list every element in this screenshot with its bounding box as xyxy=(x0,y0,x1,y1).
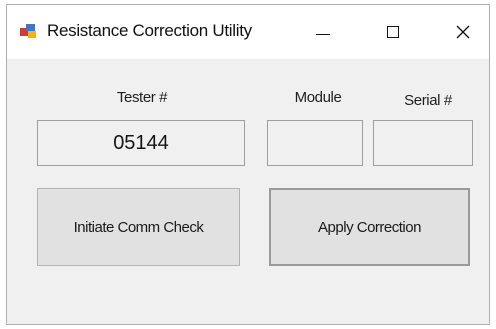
app-window-icon xyxy=(19,23,37,39)
close-button[interactable] xyxy=(441,15,485,49)
maximize-icon xyxy=(387,26,399,38)
module-field[interactable] xyxy=(267,120,363,166)
minimize-icon xyxy=(316,33,330,35)
serial-label: Serial # xyxy=(404,92,452,109)
title-bar[interactable]: Resistance Correction Utility xyxy=(7,5,489,59)
maximize-button[interactable] xyxy=(371,15,415,49)
module-label: Module xyxy=(294,89,342,106)
apply-correction-button[interactable]: Apply Correction xyxy=(269,188,470,266)
app-window: Resistance Correction Utility Tester # M… xyxy=(6,4,490,325)
minimize-button[interactable] xyxy=(301,15,345,49)
tester-number-field[interactable] xyxy=(37,120,245,166)
initiate-comm-check-button[interactable]: Initiate Comm Check xyxy=(37,188,240,266)
window-title: Resistance Correction Utility xyxy=(47,21,252,40)
close-icon xyxy=(456,25,470,39)
serial-number-field[interactable] xyxy=(373,120,473,166)
tester-label: Tester # xyxy=(116,89,168,106)
